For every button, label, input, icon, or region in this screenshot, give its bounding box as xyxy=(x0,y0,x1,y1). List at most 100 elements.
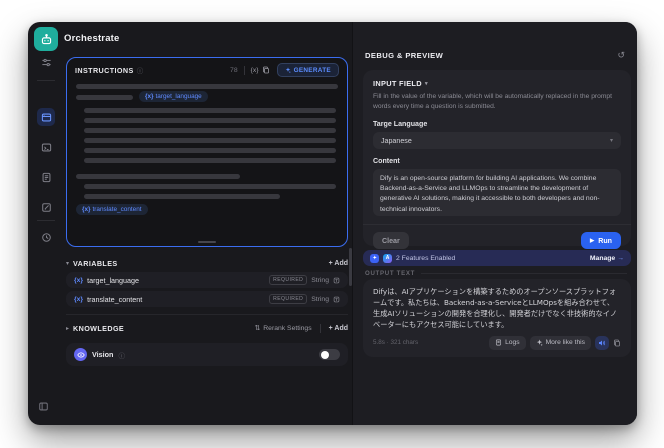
add-variable-button[interactable]: + Add xyxy=(329,260,348,267)
variable-type: String xyxy=(311,276,329,284)
copy-icon xyxy=(614,339,620,347)
features-count-label: 2 Features Enabled xyxy=(396,254,456,262)
info-icon: ⓘ xyxy=(136,68,144,75)
input-field-card: INPUT FIELD ▾ Fill in the value of the v… xyxy=(363,70,631,250)
rerank-icon: ⇅ xyxy=(254,325,261,332)
vision-setting-row: Vision ⓘ xyxy=(66,343,348,366)
debug-header: DEBUG & PREVIEW ↺ xyxy=(365,50,625,61)
variable-token: {x} xyxy=(74,295,84,303)
output-footer: 5.8s · 321 chars Logs More like this xyxy=(373,335,621,350)
sidebar-item-monitoring-icon[interactable] xyxy=(37,228,55,246)
output-divider-line xyxy=(421,273,627,274)
sidebar-divider xyxy=(37,80,55,81)
vision-label: Vision xyxy=(92,350,114,359)
toggle-knob xyxy=(320,350,329,359)
header-divider xyxy=(243,65,245,75)
chevron-down-icon[interactable]: ▾ xyxy=(66,260,69,267)
clear-button[interactable]: Clear xyxy=(373,232,409,250)
output-text: Difyは、AIアプリケーションを構築するためのオープンソースプラットフォームで… xyxy=(373,287,618,330)
variable-chip-label: translate_content xyxy=(92,206,142,213)
variable-chip-label: target_language xyxy=(155,93,202,100)
sidebar-item-annotation-icon[interactable] xyxy=(37,198,55,216)
content-textarea[interactable]: Dify is an open-source platform for buil… xyxy=(373,169,621,217)
logs-label: Logs xyxy=(505,339,520,347)
generate-label: GENERATE xyxy=(293,66,331,74)
generate-button[interactable]: GENERATE xyxy=(276,63,339,77)
resize-handle[interactable] xyxy=(198,240,216,243)
required-badge: REQUIRED xyxy=(269,275,308,285)
language-select-value: Japanese xyxy=(381,136,412,145)
variable-row[interactable]: {x} translate_content REQUIRED String xyxy=(66,291,348,307)
refresh-icon[interactable]: ↺ xyxy=(617,50,625,61)
required-badge: REQUIRED xyxy=(269,294,308,304)
logs-button[interactable]: Logs xyxy=(489,335,526,350)
instructions-panel[interactable]: INSTRUCTIONS ⓘ 78 {x} GENERATE {x} targe… xyxy=(66,57,348,247)
header-divider xyxy=(319,323,321,333)
run-button[interactable]: ▶ Run xyxy=(580,232,621,250)
input-card-footer: Clear ▶ Run xyxy=(363,224,631,250)
vision-toggle[interactable] xyxy=(319,349,340,360)
sidebar-divider xyxy=(37,220,55,221)
variable-name: target_language xyxy=(87,275,140,285)
debug-title: DEBUG & PREVIEW xyxy=(365,51,444,60)
variables-header: ▾ VARIABLES + Add xyxy=(66,256,348,270)
insert-variable-icon[interactable]: {x} xyxy=(251,67,259,74)
string-type-icon[interactable] xyxy=(333,277,340,284)
eye-icon xyxy=(74,348,87,361)
knowledge-header: ▸ KNOWLEDGE ⇅ Rerank Settings + Add xyxy=(66,321,348,335)
output-stats: 5.8s · 321 chars xyxy=(373,339,419,347)
variable-token: {x} xyxy=(145,93,154,100)
play-icon: ▶ xyxy=(589,237,595,244)
app-window: Orchestrate GPT-4o CHAT xyxy=(28,22,637,425)
chevron-down-icon: ▾ xyxy=(424,80,428,87)
copy-icon[interactable] xyxy=(262,66,270,74)
run-label: Run xyxy=(598,236,612,245)
variables-title: VARIABLES xyxy=(73,258,118,268)
output-section-label: OUTPUT TEXT xyxy=(365,270,416,277)
rerank-settings-button[interactable]: ⇅ Rerank Settings xyxy=(254,324,312,333)
add-knowledge-button[interactable]: + Add xyxy=(329,325,348,332)
variable-token: {x} xyxy=(74,276,84,284)
variable-row[interactable]: {x} target_language REQUIRED String xyxy=(66,272,348,288)
chevron-down-icon: ▾ xyxy=(609,138,613,145)
manage-features-button[interactable]: Manage → xyxy=(590,255,624,262)
clear-label: Clear xyxy=(382,236,400,245)
output-section-header: OUTPUT TEXT xyxy=(365,270,627,277)
info-icon: ⓘ xyxy=(118,352,125,360)
instructions-title: INSTRUCTIONS xyxy=(75,65,134,75)
manage-label: Manage xyxy=(589,254,616,262)
char-count: 78 xyxy=(230,66,238,74)
chevron-right-icon[interactable]: ▸ xyxy=(66,325,69,332)
text-to-speech-button[interactable] xyxy=(595,335,609,350)
sparkle-icon xyxy=(285,67,291,73)
sidebar-item-logs-icon[interactable] xyxy=(37,168,55,186)
input-field-title: INPUT FIELD xyxy=(373,79,422,88)
collapse-sidebar-icon[interactable] xyxy=(38,401,49,412)
copy-output-button[interactable] xyxy=(613,339,621,347)
string-type-icon[interactable] xyxy=(333,296,340,303)
sidebar-item-orchestrate-icon[interactable] xyxy=(37,108,55,126)
variable-chip[interactable]: {x} translate_content xyxy=(76,204,148,215)
variable-token: {x} xyxy=(82,206,91,213)
section-divider xyxy=(66,314,348,315)
logs-icon xyxy=(496,339,502,346)
input-field-header[interactable]: INPUT FIELD ▾ xyxy=(373,79,621,88)
knowledge-title: KNOWLEDGE xyxy=(73,323,125,333)
language-select[interactable]: Japanese ▾ xyxy=(373,132,621,150)
output-card: Difyは、AIアプリケーションを構築するためのオープンソースプラットフォームで… xyxy=(363,279,631,357)
variable-type: String xyxy=(311,295,329,303)
more-like-this-label: More like this xyxy=(545,339,585,347)
screenshot-canvas: Orchestrate GPT-4o CHAT xyxy=(0,0,664,448)
sidebar-item-preview-icon[interactable] xyxy=(37,138,55,156)
more-like-this-button[interactable]: More like this xyxy=(529,335,591,350)
language-field-label: Targe Language xyxy=(373,120,428,129)
debug-preview-panel: DEBUG & PREVIEW ↺ INPUT FIELD ▾ Fill in … xyxy=(352,22,637,425)
sidebar xyxy=(28,22,64,425)
variable-chip[interactable]: {x} target_language xyxy=(139,91,208,102)
speaker-icon xyxy=(599,340,606,346)
rerank-label: Rerank Settings xyxy=(263,324,312,332)
sparkle-icon xyxy=(536,339,543,347)
instructions-header: INSTRUCTIONS ⓘ 78 {x} GENERATE xyxy=(67,58,347,82)
content-field-label: Content xyxy=(373,157,400,166)
features-enabled-bar: A 2 Features Enabled Manage → xyxy=(363,250,631,266)
